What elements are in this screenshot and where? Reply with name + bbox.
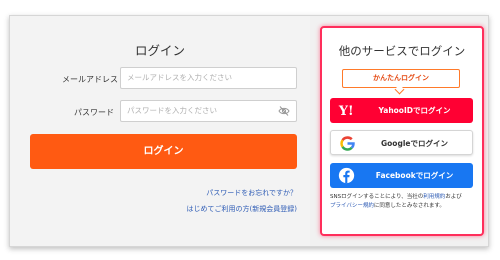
terms-link[interactable]: 利用規約 [423,194,445,200]
password-label: パスワード [74,108,114,117]
facebook-login-button[interactable]: Facebookでログイン [330,163,473,188]
email-field[interactable]: メールアドレスを入力ください [120,67,297,89]
forgot-password-link[interactable]: パスワードをお忘れですか？ [206,188,297,198]
sns-terms-note: SNSログインすることにより、当社の利用規約およびプライバシー規約に同意したとみ… [330,193,478,210]
yahoo-login-button[interactable]: Y! YahooIDでログイン [330,98,473,123]
login-button[interactable]: ログイン [30,134,297,169]
google-login-label: Googleでログイン [381,139,448,148]
note-suffix: に同意したとみなされます。 [373,202,445,209]
svg-text:Y!: Y! [338,104,354,119]
privacy-link[interactable]: プライバシー規約 [330,203,374,209]
email-label: メールアドレス [62,75,118,84]
eye-slash-icon[interactable] [278,105,290,117]
yahoo-logo-icon: Y! [338,104,354,119]
login-form-section: ログイン メールアドレス メールアドレスを入力ください パスワード パスワードを… [10,16,310,246]
google-login-button[interactable]: Googleでログイン [330,130,473,155]
password-placeholder: パスワードを入力ください [127,106,217,115]
social-login-title: 他のサービスでログイン [338,44,466,58]
yahoo-login-label: YahooIDでログイン [378,106,451,115]
register-link[interactable]: はじめてご利用の方(新規会員登録) [187,204,297,214]
google-logo-icon [340,136,355,151]
login-panel: ログイン メールアドレス メールアドレスを入力ください パスワード パスワードを… [9,15,489,247]
login-title: ログイン [134,43,185,58]
social-login-section: 他のサービスでログイン かんたんログイン Y! YahooIDでログイン Goo… [320,26,484,236]
facebook-logo-icon [338,167,355,184]
facebook-login-label: Facebookでログイン [375,171,454,180]
email-placeholder: メールアドレスを入力ください [127,73,232,82]
note-prefix: SNSログインすることにより、当社の [330,194,424,200]
note-and: および [445,194,462,200]
password-field[interactable]: パスワードを入力ください [120,100,297,122]
